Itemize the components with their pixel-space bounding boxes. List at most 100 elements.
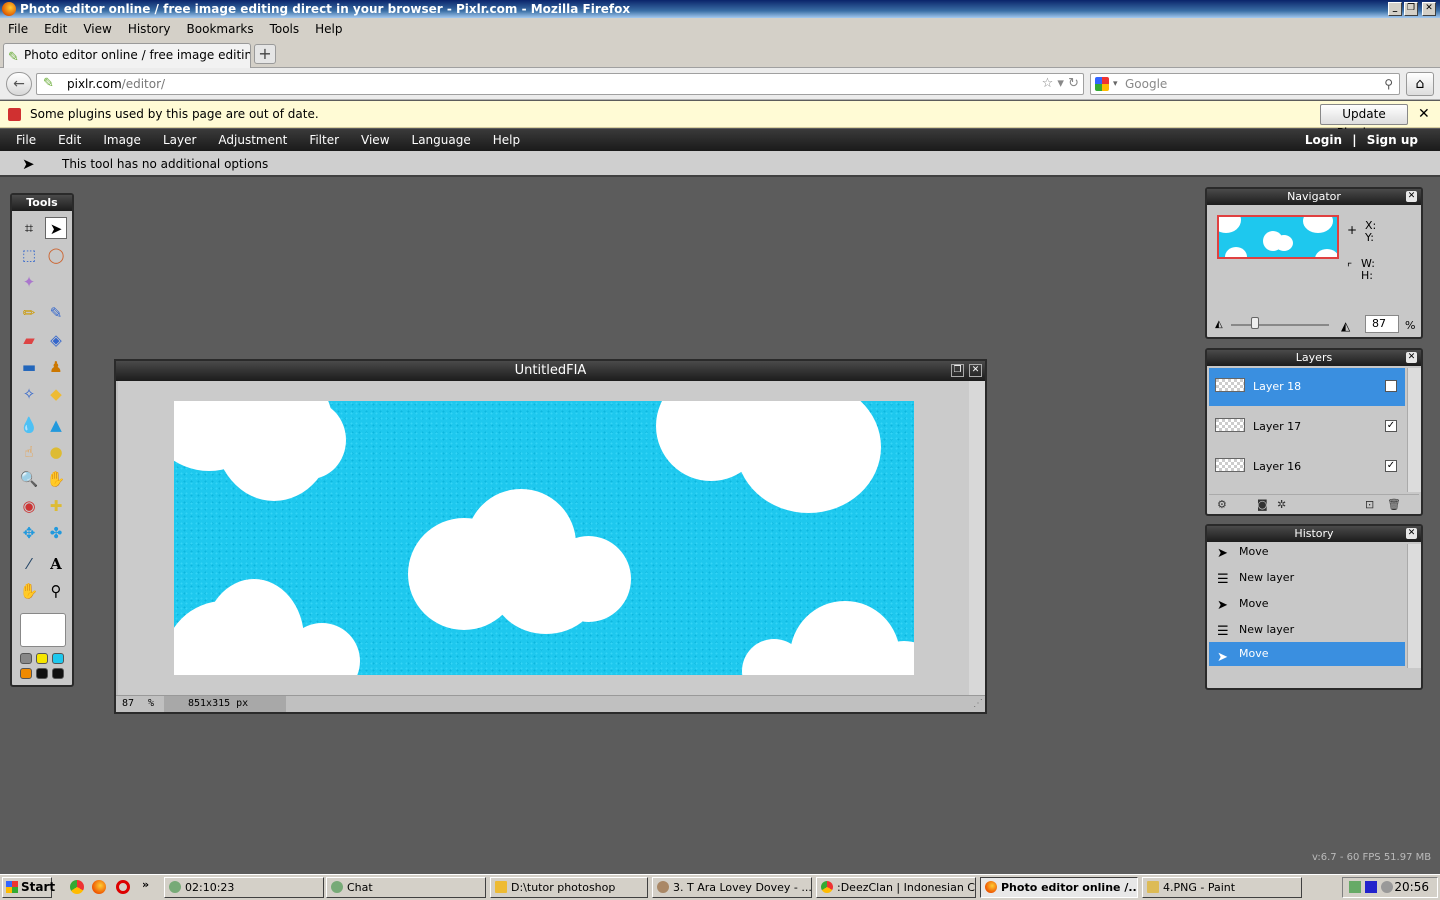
search-bar[interactable]: ▾ Google ⚲ — [1090, 73, 1400, 95]
delete-layer-icon[interactable]: 🗑 — [1387, 495, 1401, 515]
crop-tool-icon[interactable]: ⌗ — [18, 217, 40, 239]
opera-quicklaunch-icon[interactable] — [116, 880, 130, 894]
image-canvas[interactable] — [174, 401, 914, 675]
zoom-slider-handle[interactable] — [1251, 317, 1259, 329]
magic-wand-tool-icon[interactable]: ✦ — [18, 271, 40, 293]
move-tool-icon[interactable]: ➤ — [45, 217, 67, 239]
reload-icon[interactable]: ↻ — [1068, 76, 1079, 91]
sharpen-tool-icon[interactable]: ▲ — [45, 414, 67, 436]
canvas-area[interactable] — [118, 381, 969, 695]
history-close-icon[interactable]: ✕ — [1406, 528, 1417, 539]
pixlr-menu-language[interactable]: Language — [412, 133, 471, 147]
zoom-in-icon[interactable]: ◭ — [1341, 319, 1350, 333]
pixlr-menu-file[interactable]: File — [16, 133, 36, 147]
taskbar-item[interactable]: 4.PNG - Paint — [1142, 877, 1302, 898]
type-tool-icon[interactable]: A — [45, 553, 67, 575]
layer-row[interactable]: Layer 16 ✓ — [1209, 448, 1405, 486]
burn-tool-icon[interactable]: ✋ — [45, 468, 67, 490]
history-dropdown-icon[interactable]: ▾ — [1057, 76, 1064, 91]
taskbar-item[interactable]: 02:10:23 — [164, 877, 324, 898]
home-button[interactable]: ⌂ — [1406, 72, 1434, 96]
layer-mask-icon[interactable]: ◙ — [1257, 495, 1268, 515]
browser-tab[interactable]: ✎ Photo editor online / free image editi… — [3, 43, 251, 68]
tray-app-icon[interactable] — [1349, 881, 1361, 893]
swatch-black-2[interactable] — [52, 668, 64, 679]
browser-menu-edit[interactable]: Edit — [44, 22, 67, 36]
pixlr-menu-adjustment[interactable]: Adjustment — [218, 133, 287, 147]
lasso-tool-icon[interactable]: ◯ — [45, 244, 67, 266]
new-layer-icon[interactable]: ⊡ — [1365, 495, 1374, 515]
taskbar-item-active[interactable]: Photo editor online /... — [980, 877, 1138, 898]
layer-row[interactable]: Layer 18 ✓ — [1209, 368, 1405, 406]
layer-style-icon[interactable]: ✲ — [1277, 495, 1286, 515]
pencil-tool-icon[interactable]: ✏ — [18, 302, 40, 324]
pixlr-menu-filter[interactable]: Filter — [309, 133, 339, 147]
layer-settings-icon[interactable]: ⚙ — [1217, 495, 1227, 515]
document-scrollbar[interactable] — [969, 381, 985, 695]
browser-menu-file[interactable]: File — [8, 22, 28, 36]
history-item[interactable]: ➤ Move — [1209, 542, 1405, 568]
layer-visibility-checkbox[interactable]: ✓ — [1385, 380, 1397, 392]
pixlr-menu-image[interactable]: Image — [103, 133, 141, 147]
pixlr-menu-view[interactable]: View — [361, 133, 389, 147]
marquee-tool-icon[interactable]: ⬚ — [18, 244, 40, 266]
smudge-tool-icon[interactable]: ☝ — [18, 441, 40, 463]
swatch-yellow[interactable] — [36, 653, 48, 664]
layer-visibility-checkbox[interactable]: ✓ — [1385, 420, 1397, 432]
signup-link[interactable]: Sign up — [1367, 133, 1418, 147]
sponge-tool-icon[interactable]: ● — [45, 441, 67, 463]
chrome-quicklaunch-icon[interactable] — [70, 880, 84, 894]
close-window-button[interactable]: ✕ — [1422, 2, 1436, 16]
layer-row[interactable]: Layer 17 ✓ — [1209, 408, 1405, 446]
color-picker-tool-icon[interactable]: ⁄ — [18, 553, 40, 575]
tray-clock-icon[interactable] — [1381, 881, 1393, 893]
browser-menu-help[interactable]: Help — [315, 22, 342, 36]
spot-heal-tool-icon[interactable]: ✚ — [45, 495, 67, 517]
update-plugins-button[interactable]: Update Plugins... — [1320, 104, 1408, 140]
pixlr-menu-layer[interactable]: Layer — [163, 133, 196, 147]
swatch-gray[interactable] — [20, 653, 32, 664]
history-item[interactable]: ☰ New layer — [1209, 568, 1405, 594]
zoom-input[interactable]: 87 — [1365, 315, 1399, 333]
resize-grip-icon[interactable]: ⋰ — [973, 696, 983, 712]
taskbar-item[interactable]: 3. T Ara Lovey Dovey - ... — [652, 877, 812, 898]
google-engine-icon[interactable] — [1095, 77, 1109, 91]
browser-menu-bookmarks[interactable]: Bookmarks — [187, 22, 254, 36]
zoom-value[interactable]: 87 — [122, 696, 134, 712]
navigator-thumbnail[interactable] — [1217, 215, 1339, 259]
history-scrollbar[interactable] — [1407, 544, 1421, 668]
close-notification-icon[interactable]: ✕ — [1418, 101, 1430, 128]
browser-menu-view[interactable]: View — [83, 22, 111, 36]
swatch-cyan[interactable] — [52, 653, 64, 664]
zoom-tool-icon[interactable]: ⚲ — [45, 580, 67, 602]
back-button[interactable]: ← — [6, 72, 32, 96]
layers-scrollbar[interactable] — [1407, 368, 1421, 492]
taskbar-item[interactable]: D:\tutor photoshop — [490, 877, 648, 898]
new-tab-button[interactable]: + — [254, 44, 276, 64]
history-item[interactable]: ➤ Move — [1209, 594, 1405, 620]
drawing-tool-icon[interactable]: ◆ — [45, 383, 67, 405]
browser-menu-tools[interactable]: Tools — [270, 22, 300, 36]
browser-menu-history[interactable]: History — [128, 22, 171, 36]
close-document-icon[interactable]: ✕ — [969, 364, 982, 377]
layer-visibility-checkbox[interactable]: ✓ — [1385, 460, 1397, 472]
history-item-selected[interactable]: ➤ Move — [1209, 642, 1405, 666]
pixlr-menu-help[interactable]: Help — [493, 133, 520, 147]
quicklaunch-more[interactable]: » — [142, 878, 149, 891]
search-go-icon[interactable]: ⚲ — [1384, 74, 1393, 94]
hand-tool-icon[interactable]: ✋ — [18, 580, 40, 602]
firefox-quicklaunch-icon[interactable] — [92, 880, 106, 894]
navigator-close-icon[interactable]: ✕ — [1406, 191, 1417, 202]
bloat-tool-icon[interactable]: ✥ — [18, 522, 40, 544]
zoom-out-icon[interactable]: ◭ — [1215, 319, 1223, 330]
restore-button[interactable]: ❐ — [1404, 2, 1418, 16]
swatch-black-1[interactable] — [36, 668, 48, 679]
layers-close-icon[interactable]: ✕ — [1406, 352, 1417, 363]
gradient-tool-icon[interactable]: ▬ — [18, 356, 40, 378]
start-button[interactable]: Start — [2, 877, 55, 898]
zoom-slider-track[interactable] — [1231, 324, 1329, 326]
clone-stamp-tool-icon[interactable]: ♟ — [45, 356, 67, 378]
swatch-orange[interactable] — [20, 668, 32, 679]
taskbar-item[interactable]: :DeezClan | Indonesian Cr... — [816, 877, 976, 898]
brush-tool-icon[interactable]: ✎ — [45, 302, 67, 324]
